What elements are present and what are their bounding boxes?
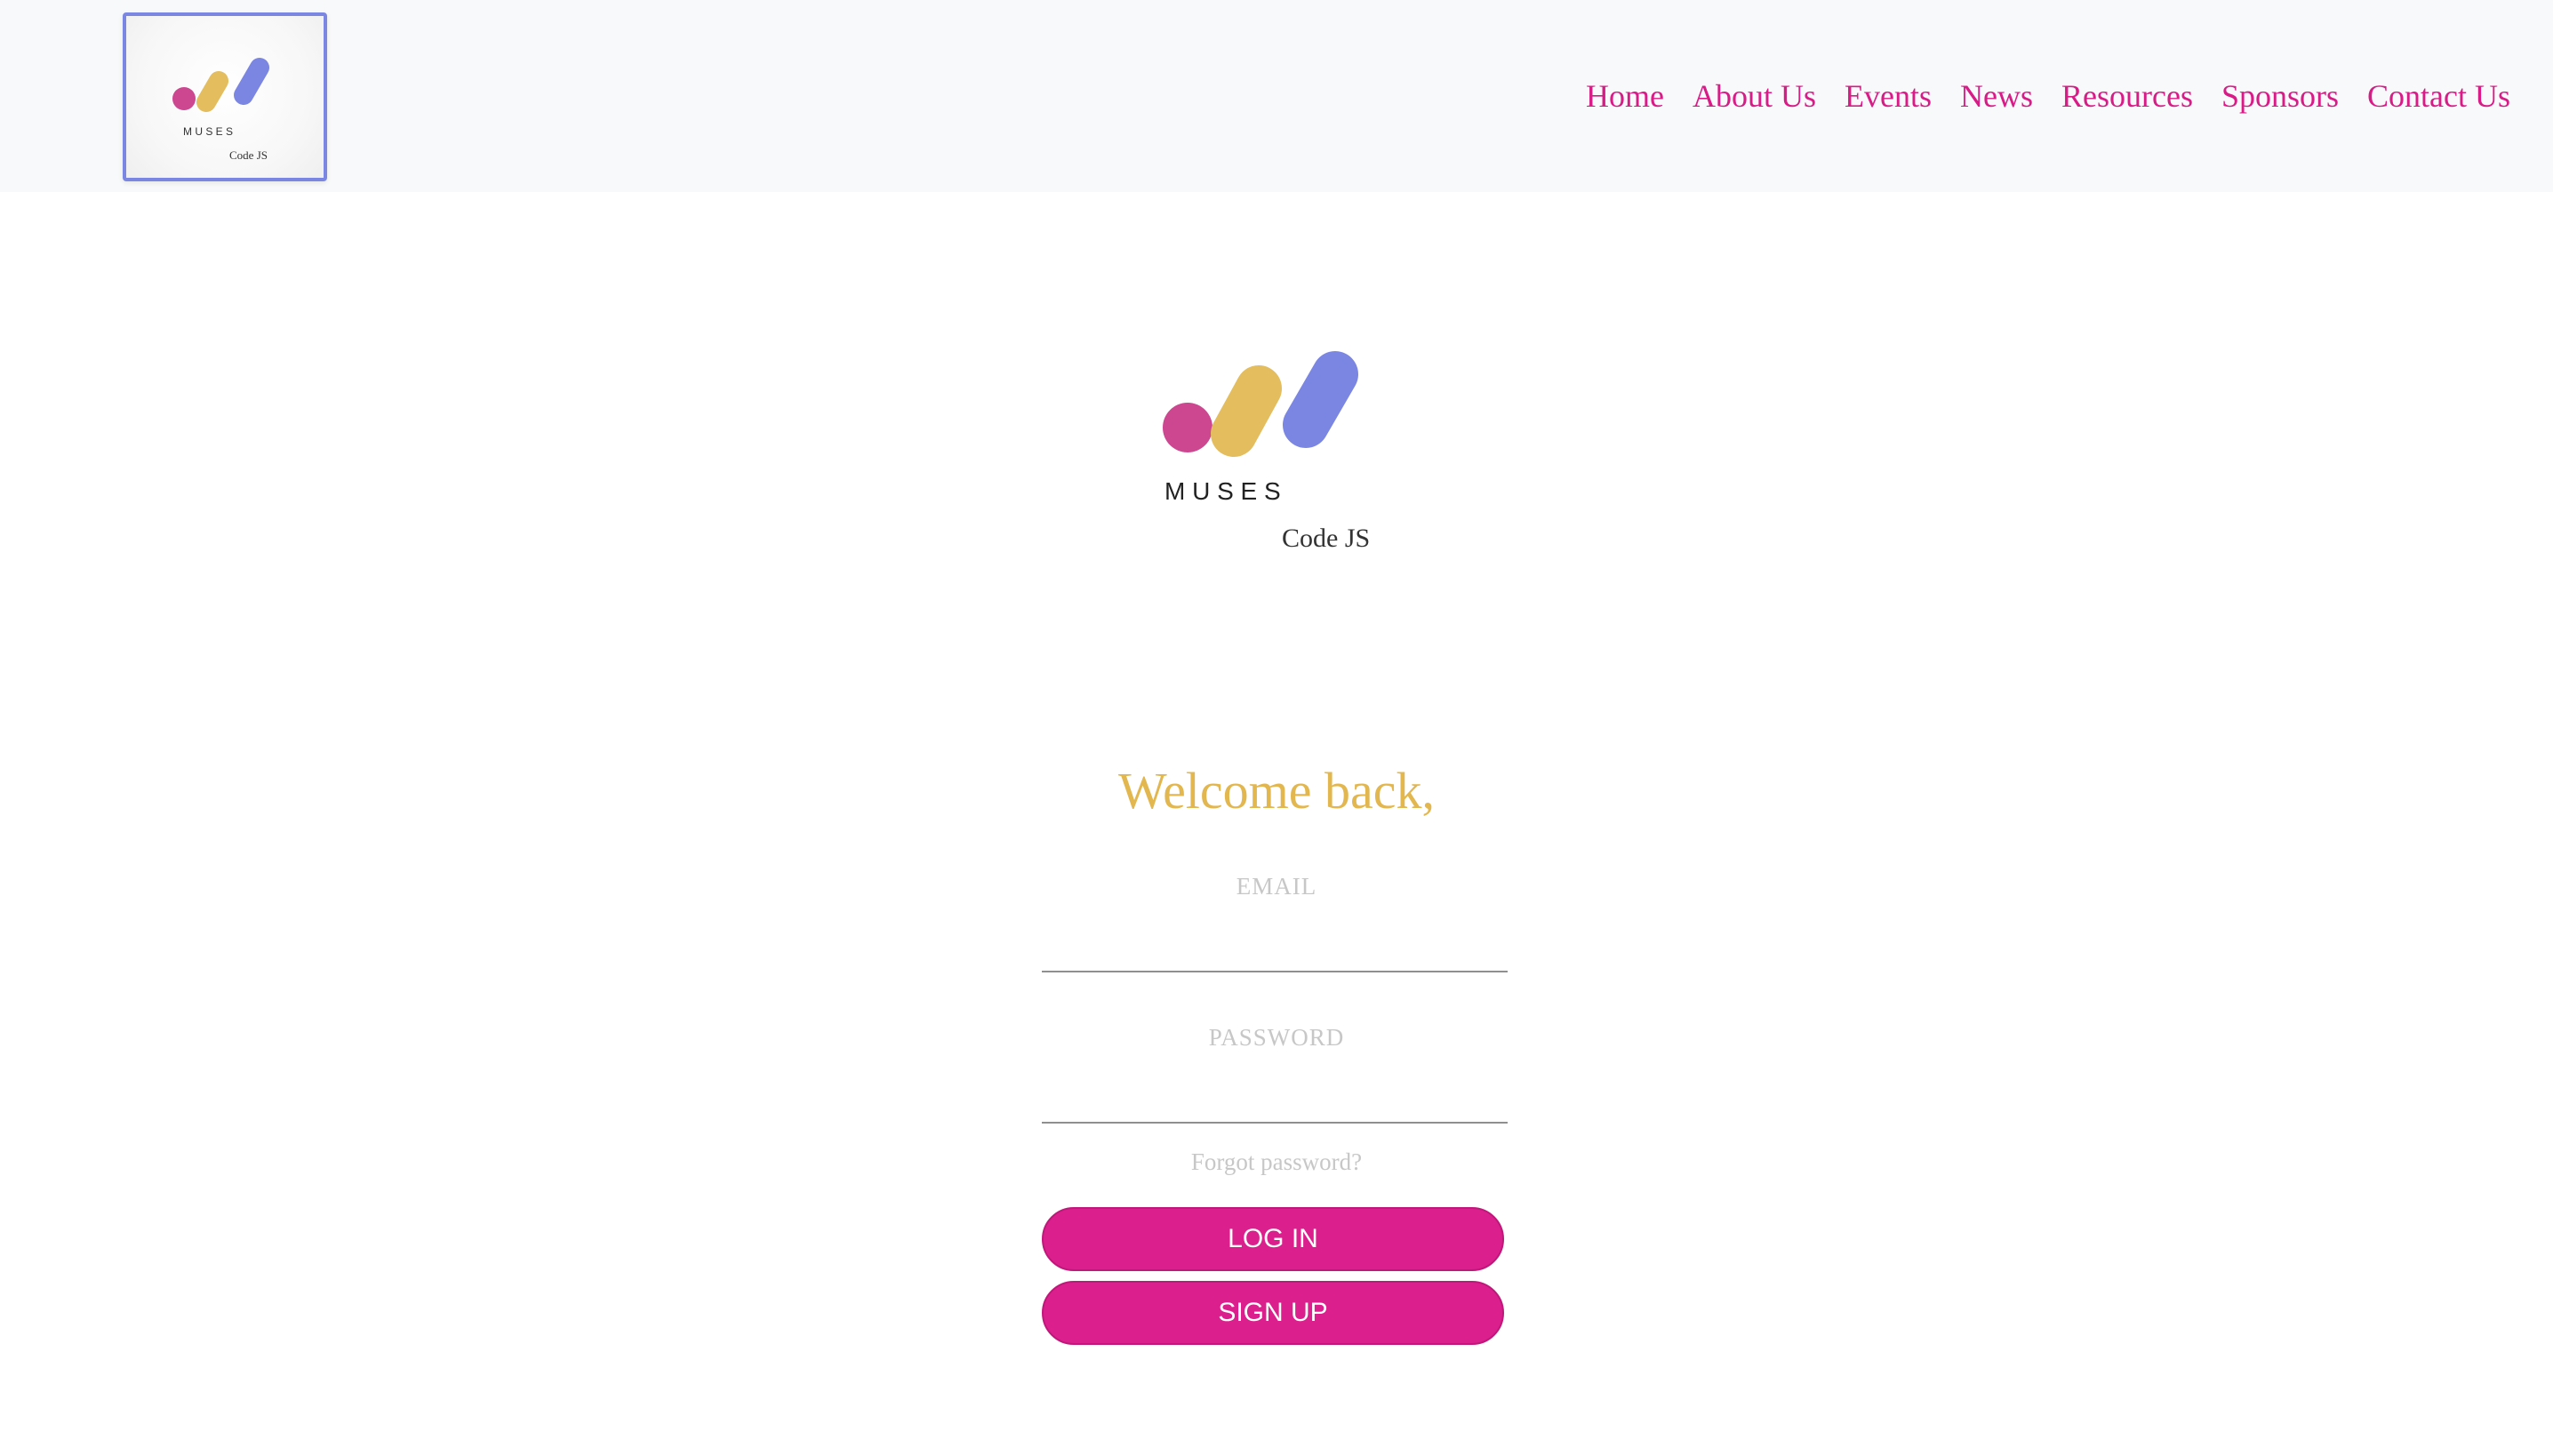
nav-events[interactable]: Events [1845,75,1932,117]
welcome-heading: Welcome back, [1117,762,1436,820]
brand-logo-link[interactable]: M U S E S Code JS [123,12,327,181]
login-button[interactable]: LOG IN [1042,1207,1504,1271]
signup-button[interactable]: SIGN UP [1042,1281,1504,1345]
nav-home[interactable]: Home [1586,75,1664,117]
forgot-password-link[interactable]: Forgot password? [0,1148,2553,1176]
muses-logo-icon: M U S E S Code JS [172,58,269,162]
nav-about-us[interactable]: About Us [1693,75,1816,117]
main-nav: Home About Us Events News Resources Spon… [1586,75,2510,117]
password-field[interactable] [1042,1077,1508,1124]
top-navbar: M U S E S Code JS Home About Us Events N… [0,0,2553,192]
email-label: EMAIL [1236,873,1317,900]
email-field[interactable] [1042,926,1508,972]
password-label: PASSWORD [1208,1024,1345,1051]
brand-wordmark: M U S E S [183,125,233,138]
nav-contact-us[interactable]: Contact Us [2367,75,2510,117]
nav-sponsors[interactable]: Sponsors [2221,75,2339,117]
hero-wordmark: M U S E S [1164,477,1281,505]
hero-subtitle: Code JS [1282,524,1370,553]
nav-news[interactable]: News [1960,75,2033,117]
brand-subtitle: Code JS [229,148,268,162]
nav-resources[interactable]: Resources [2061,75,2193,117]
muses-hero-logo-icon: M U S E S Code JS [1163,351,1370,553]
